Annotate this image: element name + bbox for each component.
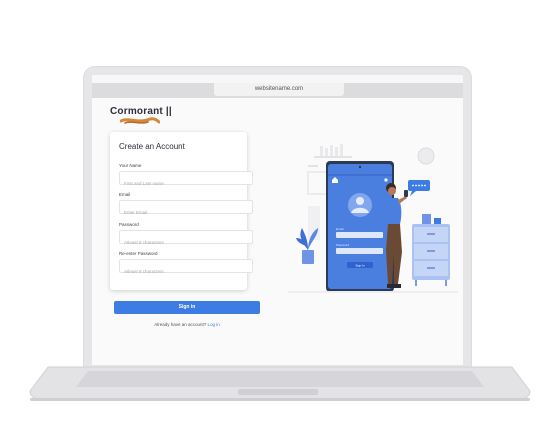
laptop-base [29,366,531,401]
signup-card: Create an Account Your Name Email Passwo… [110,132,253,290]
name-field[interactable] [119,171,253,190]
wall-frame-icon [307,171,329,195]
brand-logo[interactable]: Cormorant || [110,104,180,126]
wall-clock-icon [417,147,435,165]
form-title: Create an Account [119,142,185,151]
brand-name: Cormorant || [110,106,172,117]
logo-swash-icon [120,117,160,124]
keyboard-area [76,371,484,387]
phone-sign-in-label: Sign In [355,263,365,267]
floor-line [288,291,458,293]
laptop-screen: websitename.com Cormorant || Create an A… [92,75,463,365]
password-label: Password [119,222,139,227]
phone-icon: Email Password Sign In [326,161,394,292]
reenter-password-field[interactable] [119,259,253,278]
email-label: Email [119,192,131,197]
name-input[interactable] [120,177,252,190]
address-bar[interactable]: websitename.com [214,83,344,96]
login-prompt-text: Already have an account? [154,322,207,327]
page: Cormorant || Create an Account Your Name… [92,98,463,365]
trackpad [238,389,318,395]
plant-icon [296,228,318,264]
person-icon [384,183,408,288]
phone-password-label: Password [336,243,350,247]
password-input[interactable] [120,236,252,249]
reenter-password-input[interactable] [120,265,252,278]
reenter-password-label: Re-enter Password [119,251,158,256]
chat-bubble-icon [408,180,430,196]
name-label: Your Name [119,163,142,168]
sign-in-button[interactable]: Sign in [114,301,260,314]
cabinet-icon [412,214,450,286]
password-field[interactable] [119,230,253,249]
signup-illustration: Email Password Sign In [288,144,458,293]
email-input[interactable] [120,206,252,219]
email-field[interactable] [119,200,253,219]
login-link[interactable]: Log in [208,322,220,327]
phone-email-label: Email [336,227,344,231]
login-prompt: Already have an account? Log in [114,322,260,327]
